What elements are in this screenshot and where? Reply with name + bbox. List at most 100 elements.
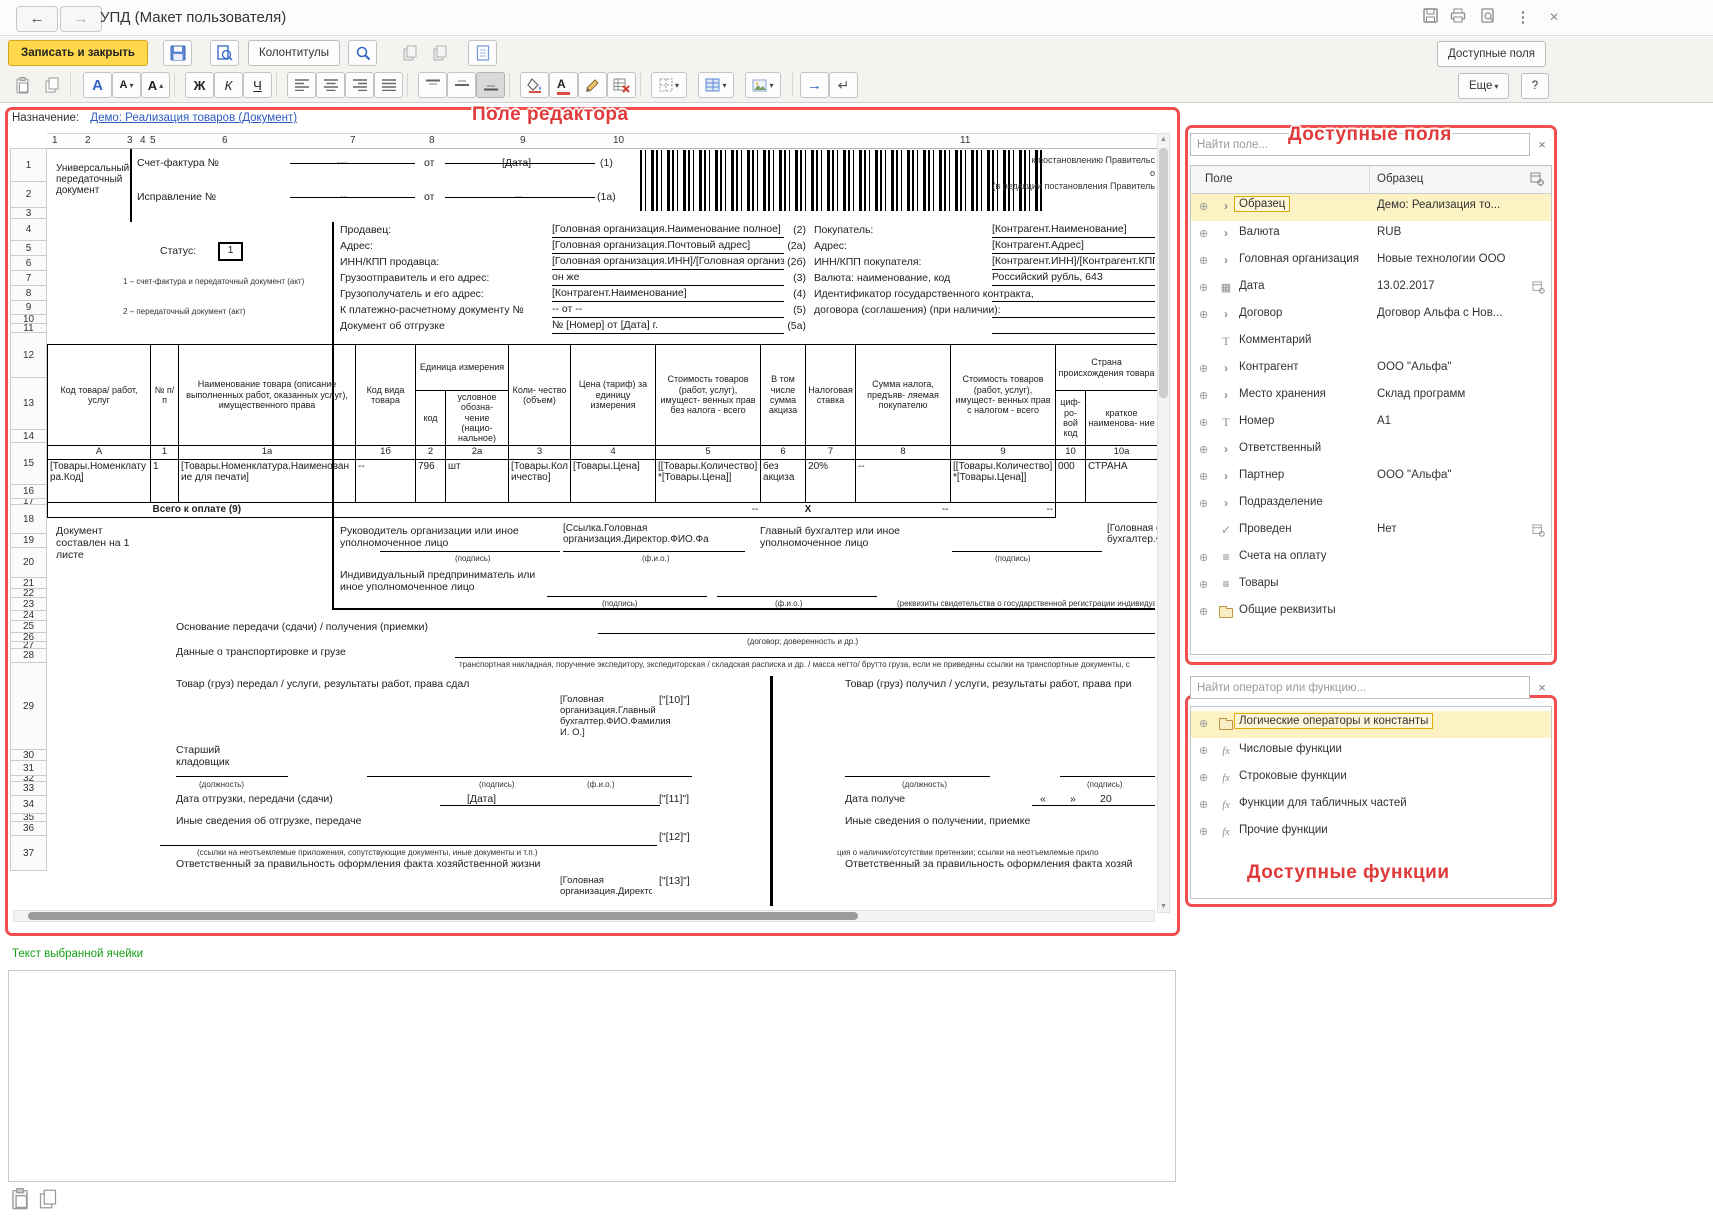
- expand-icon[interactable]: ⊕: [1199, 717, 1208, 730]
- row-header[interactable]: 37: [10, 835, 47, 871]
- expand-icon[interactable]: ⊕: [1199, 798, 1208, 811]
- row-header[interactable]: 28: [10, 648, 47, 663]
- column-header[interactable]: 2: [85, 135, 91, 146]
- align-center-icon[interactable]: [316, 72, 345, 98]
- row-header[interactable]: 13: [10, 377, 47, 430]
- row-header[interactable]: 29: [10, 662, 47, 750]
- field-row[interactable]: ⊕ Ответственный: [1191, 437, 1551, 464]
- row-header[interactable]: 12: [10, 332, 47, 378]
- purpose-link[interactable]: Демо: Реализация товаров (Документ): [90, 112, 297, 124]
- row-header[interactable]: 16: [10, 484, 47, 499]
- row-header[interactable]: 1: [10, 148, 47, 182]
- copy-style-icon[interactable]: [395, 40, 424, 66]
- valign-bottom-icon[interactable]: [476, 72, 505, 98]
- expand-icon[interactable]: ⊕: [1199, 281, 1208, 294]
- forward-button[interactable]: →: [60, 6, 102, 32]
- picture-dropdown[interactable]: ▾: [745, 72, 781, 98]
- print-icon[interactable]: [1447, 8, 1469, 28]
- row-header[interactable]: 31: [10, 760, 47, 776]
- field-row[interactable]: ⊕ Контрагент ООО "Альфа": [1191, 356, 1551, 383]
- merge-cells-dropdown[interactable]: ▾: [698, 72, 734, 98]
- back-button[interactable]: ←: [16, 6, 58, 32]
- row-header[interactable]: 34: [10, 795, 47, 814]
- save-icon[interactable]: [1419, 8, 1441, 28]
- function-row[interactable]: ⊕ Прочие функции: [1191, 819, 1551, 846]
- row-header[interactable]: 5: [10, 240, 47, 256]
- expand-icon[interactable]: ⊕: [1199, 200, 1208, 213]
- column-header[interactable]: 8: [429, 135, 435, 146]
- expand-icon[interactable]: ⊕: [1199, 771, 1208, 784]
- expand-icon[interactable]: ⊕: [1199, 497, 1208, 510]
- gear-icon[interactable]: [1532, 524, 1546, 541]
- row-headers[interactable]: 1234567891011121314151617181920212223242…: [10, 149, 47, 871]
- field-row[interactable]: ⊕ Головная организация Новые технологии …: [1191, 248, 1551, 275]
- document-canvas[interactable]: Универсальный передаточный документ Счет…: [47, 149, 1157, 906]
- row-header[interactable]: 2: [10, 181, 47, 208]
- help-button[interactable]: ?: [1521, 73, 1549, 99]
- paste-style-icon[interactable]: [425, 40, 454, 66]
- field-row[interactable]: ⊕ Валюта RUB: [1191, 221, 1551, 248]
- save-close-button[interactable]: Записать и закрыть: [8, 40, 148, 66]
- close-icon[interactable]: ×: [1543, 8, 1565, 28]
- row-header[interactable]: 33: [10, 781, 47, 796]
- expand-icon[interactable]: ⊕: [1199, 227, 1208, 240]
- expand-icon[interactable]: ⊕: [1199, 389, 1208, 402]
- expand-icon[interactable]: ⊕: [1199, 416, 1208, 429]
- row-header[interactable]: 19: [10, 533, 47, 548]
- vertical-scroll-thumb[interactable]: [1159, 148, 1168, 398]
- expand-icon[interactable]: ⊕: [1199, 362, 1208, 375]
- column-header[interactable]: 5: [150, 135, 156, 146]
- align-left-icon[interactable]: [287, 72, 316, 98]
- valign-top-icon[interactable]: [418, 72, 447, 98]
- border-color-icon[interactable]: [578, 72, 607, 98]
- expand-icon[interactable]: ⊕: [1199, 443, 1208, 456]
- wrap-text-icon[interactable]: ↵: [829, 72, 858, 98]
- row-header[interactable]: 14: [10, 429, 47, 443]
- scroll-down-icon[interactable]: ▼: [1158, 903, 1169, 910]
- field-row[interactable]: ⊕ Дата 13.02.2017: [1191, 275, 1551, 302]
- row-header[interactable]: 4: [10, 218, 47, 241]
- function-row[interactable]: ⊕ Числовые функции: [1191, 738, 1551, 765]
- field-row[interactable]: ⊕ Счета на оплату: [1191, 545, 1551, 572]
- align-justify-icon[interactable]: [374, 72, 403, 98]
- expand-icon[interactable]: ⊕: [1199, 470, 1208, 483]
- function-row[interactable]: ⊕ Строковые функции: [1191, 765, 1551, 792]
- field-row[interactable]: ⊕ Общие реквизиты: [1191, 599, 1551, 626]
- horizontal-scrollbar[interactable]: [13, 910, 1155, 922]
- expand-icon[interactable]: ⊕: [1199, 744, 1208, 757]
- expand-icon[interactable]: ⊕: [1199, 254, 1208, 267]
- preview-icon[interactable]: [1477, 8, 1499, 28]
- valign-middle-icon[interactable]: [447, 72, 476, 98]
- find-button[interactable]: [348, 40, 377, 66]
- expand-icon[interactable]: ⊕: [1199, 551, 1208, 564]
- fields-settings-icon[interactable]: [1530, 172, 1545, 190]
- expand-icon[interactable]: ⊕: [1199, 825, 1208, 838]
- italic-button[interactable]: К: [214, 72, 243, 98]
- row-header[interactable]: 8: [10, 285, 47, 301]
- cell-text-editor[interactable]: [8, 970, 1176, 1182]
- template-editor[interactable]: Назначение: Демо: Реализация товаров (До…: [5, 107, 1180, 936]
- field-search-input[interactable]: [1190, 133, 1530, 156]
- row-header[interactable]: 23: [10, 597, 47, 611]
- horizontal-scroll-thumb[interactable]: [28, 912, 858, 920]
- column-header[interactable]: 7: [350, 135, 356, 146]
- field-row[interactable]: ⊕ Проведен Нет: [1191, 518, 1551, 545]
- font-color-icon[interactable]: А: [549, 72, 578, 98]
- field-row[interactable]: ⊕ Подразделение: [1191, 491, 1551, 518]
- function-search-input[interactable]: [1190, 676, 1530, 699]
- borders-dropdown[interactable]: ▾: [651, 72, 687, 98]
- field-row[interactable]: ⊕ Комментарий: [1191, 329, 1551, 356]
- row-header[interactable]: 7: [10, 270, 47, 286]
- preview-button[interactable]: [210, 40, 239, 66]
- row-header[interactable]: 9: [10, 300, 47, 315]
- bold-button[interactable]: Ж: [185, 72, 214, 98]
- function-search-close-icon[interactable]: ×: [1534, 680, 1550, 695]
- function-row[interactable]: ⊕ Логические операторы и константы: [1191, 711, 1551, 738]
- clear-format-icon[interactable]: [607, 72, 636, 98]
- field-row[interactable]: ⊕ Образец Демо: Реализация то...: [1191, 194, 1551, 221]
- text-direction-icon[interactable]: →: [800, 72, 829, 98]
- function-row[interactable]: ⊕ Функции для табличных частей: [1191, 792, 1551, 819]
- column-header[interactable]: 4: [140, 135, 146, 146]
- available-fields-button[interactable]: Доступные поля: [1437, 41, 1546, 67]
- more-button[interactable]: Еще▾: [1458, 73, 1509, 99]
